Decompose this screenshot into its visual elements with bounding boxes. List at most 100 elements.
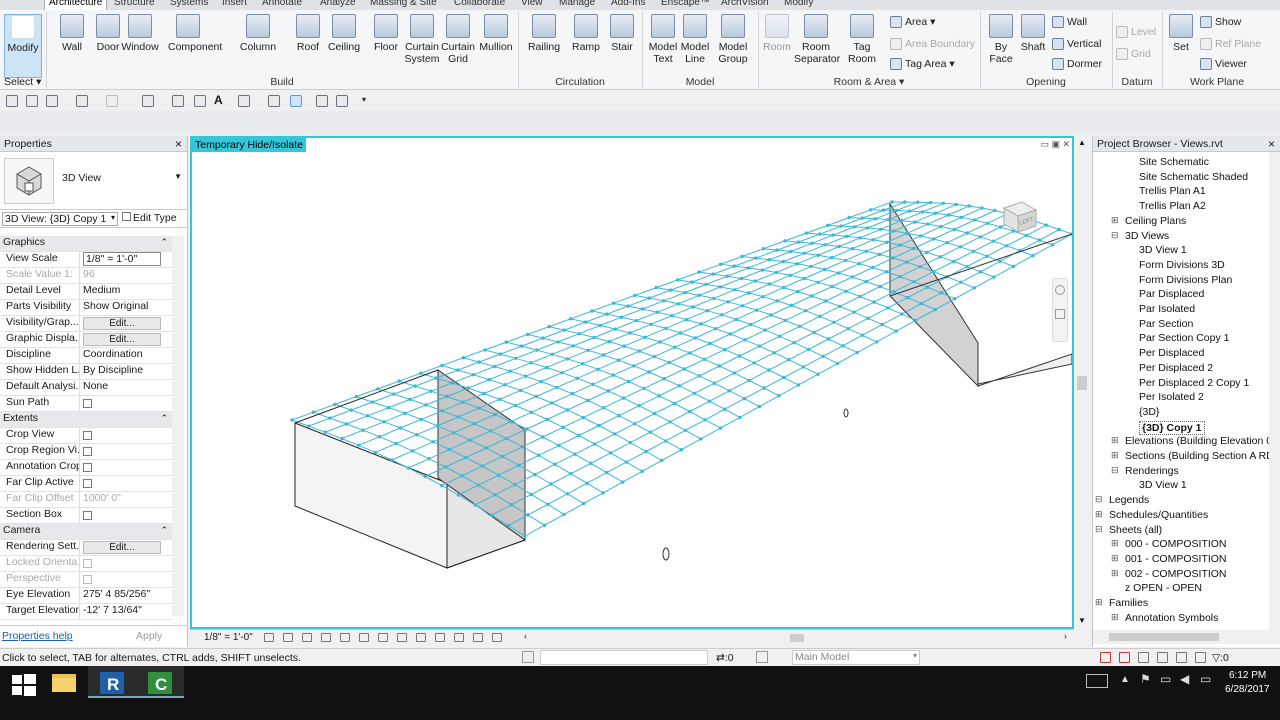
scroll-right-icon[interactable]: › <box>1064 631 1067 641</box>
opening-wall-button[interactable]: Wall <box>1052 16 1087 28</box>
apply-button[interactable]: Apply <box>136 630 162 642</box>
model-group-button[interactable]: Model Group <box>714 14 752 65</box>
view-window-controls[interactable]: ▭ ▣ ✕ <box>1040 139 1070 150</box>
scroll-thumb[interactable] <box>1109 633 1219 641</box>
browser-scrollbar[interactable] <box>1269 152 1280 630</box>
grid-button[interactable]: Grid <box>1116 48 1151 60</box>
select-pinned-icon[interactable] <box>1138 652 1149 663</box>
3d-model-view[interactable] <box>192 138 1072 627</box>
collapse-icon[interactable]: ⌃ <box>160 237 168 248</box>
steering-wheel-icon[interactable] <box>1055 285 1065 295</box>
browser-node[interactable]: Site Schematic <box>1139 156 1209 168</box>
collapse-icon[interactable]: ⊟ <box>1095 494 1103 505</box>
view-scale-control[interactable]: 1/8" = 1'-0" <box>204 632 253 643</box>
tag-icon[interactable] <box>194 95 206 107</box>
browser-node[interactable]: Per Displaced 2 <box>1139 362 1213 374</box>
mullion-button[interactable]: Mullion <box>476 14 516 53</box>
analysis-icon[interactable] <box>454 633 464 642</box>
select-underlay-icon[interactable] <box>1119 652 1130 663</box>
column-button[interactable]: Column <box>238 14 278 53</box>
ceiling-button[interactable]: Ceiling <box>324 14 364 53</box>
browser-horizontal-scrollbar[interactable] <box>1093 630 1280 644</box>
close-hidden-icon[interactable] <box>316 95 328 107</box>
expand-icon[interactable]: ⊞ <box>1111 612 1119 623</box>
design-options-icon[interactable] <box>756 651 768 663</box>
design-option-select[interactable]: Main Model ▾ <box>792 650 920 665</box>
crop-view-icon[interactable] <box>359 633 369 642</box>
redo-icon[interactable] <box>106 95 118 107</box>
edit-button[interactable]: Edit... <box>83 333 161 346</box>
browser-node[interactable]: Sections (Building Section A RD <box>1125 450 1269 462</box>
railing-button[interactable]: Railing <box>524 14 564 53</box>
expand-icon[interactable]: ⊞ <box>1111 435 1119 446</box>
tab-structure[interactable]: Structure <box>114 0 155 8</box>
wall-button[interactable]: Wall <box>52 14 92 53</box>
tab-insert[interactable]: Insert <box>222 0 247 8</box>
tab-annotate[interactable]: Annotate <box>262 0 302 8</box>
browser-node[interactable]: z OPEN - OPEN <box>1125 582 1202 594</box>
collapse-icon[interactable]: ⊟ <box>1111 465 1119 476</box>
select-by-face-icon[interactable] <box>1157 652 1168 663</box>
ramp-button[interactable]: Ramp <box>566 14 606 53</box>
sun-path-icon[interactable] <box>302 633 312 642</box>
edit-button[interactable]: Edit... <box>83 541 161 554</box>
tab-add-ins[interactable]: Add-Ins <box>611 0 645 8</box>
drag-elements-icon[interactable] <box>1176 652 1187 663</box>
close-icon[interactable]: × <box>1268 137 1275 151</box>
ref-plane-button[interactable]: Ref Plane <box>1200 38 1261 50</box>
visual-style-icon[interactable] <box>283 633 293 642</box>
revit-app-icon[interactable]: R <box>88 666 136 698</box>
checkbox[interactable] <box>83 511 92 520</box>
component-button[interactable]: Component <box>168 14 222 53</box>
collapse-icon[interactable]: ⌃ <box>160 413 168 424</box>
area-boundary-button[interactable]: Area Boundary <box>890 38 975 50</box>
checkbox[interactable] <box>83 479 92 488</box>
tab-archvision[interactable]: ArchVision <box>721 0 769 8</box>
browser-node[interactable]: Trellis Plan A2 <box>1139 200 1206 212</box>
modify-button[interactable]: Modify <box>4 14 42 78</box>
expand-icon[interactable]: ⊞ <box>1111 450 1119 461</box>
background-process-icon[interactable] <box>1195 652 1206 663</box>
collapse-icon[interactable]: ⊟ <box>1095 524 1103 535</box>
group-camera[interactable]: Camera ⌃ <box>0 524 172 540</box>
browser-node[interactable]: Per Displaced <box>1139 347 1204 359</box>
curtain-system-button[interactable]: Curtain System <box>402 14 442 65</box>
collapse-icon[interactable]: ⌃ <box>160 525 168 536</box>
viewer-button[interactable]: Viewer <box>1200 58 1247 70</box>
render-icon[interactable] <box>340 633 350 642</box>
show-crop-icon[interactable] <box>378 633 388 642</box>
tab-enscape[interactable]: Enscape™ <box>661 0 710 8</box>
browser-node[interactable]: 001 - COMPOSITION <box>1125 553 1227 565</box>
checkbox[interactable] <box>83 431 92 440</box>
by-face-button[interactable]: By Face <box>984 14 1018 65</box>
sync-icon[interactable] <box>46 95 58 107</box>
detail-level-icon[interactable] <box>264 633 274 642</box>
scroll-up-icon[interactable]: ▲ <box>1078 138 1086 147</box>
browser-node[interactable]: 3D View 1 <box>1139 479 1187 491</box>
shadows-icon[interactable] <box>321 633 331 642</box>
browser-node[interactable]: Form Divisions Plan <box>1139 274 1232 286</box>
browser-node[interactable]: Elevations (Building Elevation 0 <box>1125 435 1269 447</box>
expand-icon[interactable]: ⊞ <box>1111 568 1119 579</box>
type-selector[interactable]: 3D View ▼ <box>0 152 187 210</box>
scroll-down-icon[interactable]: ▼ <box>1078 616 1086 625</box>
tab-analyze[interactable]: Analyze <box>320 0 356 8</box>
group-extents[interactable]: Extents ⌃ <box>0 412 172 428</box>
dormer-button[interactable]: Dormer <box>1052 58 1102 70</box>
curtain-grid-button[interactable]: Curtain Grid <box>438 14 478 65</box>
flag-icon[interactable]: ⚑ <box>1140 672 1151 686</box>
browser-node[interactable]: Families <box>1109 597 1148 609</box>
tab-collaborate[interactable]: Collaborate <box>454 0 505 8</box>
measure-icon[interactable] <box>142 95 154 107</box>
browser-node[interactable]: 3D Views <box>1125 230 1169 242</box>
set-button[interactable]: Set <box>1166 14 1196 53</box>
browser-node[interactable]: Schedules/Quantities <box>1109 509 1208 521</box>
highlight-boundaries-icon[interactable] <box>473 633 483 642</box>
tab-massing-site[interactable]: Massing & Site <box>370 0 437 8</box>
network-icon[interactable]: ▭ <box>1160 672 1171 686</box>
undo-icon[interactable] <box>76 95 88 107</box>
switch-windows-icon[interactable] <box>336 95 348 107</box>
window-button[interactable]: Window <box>120 14 160 53</box>
zoom-icon[interactable] <box>1055 309 1065 319</box>
collapse-icon[interactable]: ⊟ <box>1111 230 1119 241</box>
